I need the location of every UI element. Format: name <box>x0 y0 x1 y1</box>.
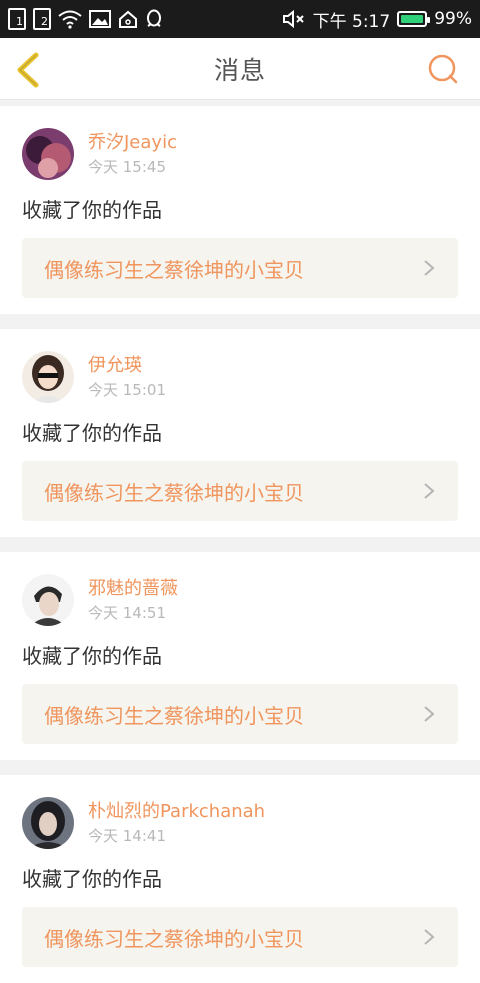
battery-icon <box>397 11 431 27</box>
action-text: 收藏了你的作品 <box>22 421 162 445</box>
work-link[interactable]: 偶像练习生之蔡徐坤的小宝贝 <box>22 684 458 744</box>
action-text: 收藏了你的作品 <box>22 867 162 891</box>
battery-percent: 99% <box>434 9 472 29</box>
mute-icon <box>282 9 304 29</box>
status-right: 下午 5:17 99% <box>282 7 472 32</box>
username[interactable]: 乔汐Jeayic <box>88 132 177 154</box>
user-meta: 邪魅的蔷薇 今天 14:51 <box>88 578 178 623</box>
sim2-icon: 2 <box>33 8 51 30</box>
status-time: 下午 5:17 <box>312 11 391 32</box>
back-chevron-icon[interactable] <box>12 50 52 90</box>
app-header: 消息 <box>0 38 480 100</box>
user-row: 伊允瑛 今天 15:01 <box>22 351 458 403</box>
message-item: 乔汐Jeayic 今天 15:45 收藏了你的作品 偶像练习生之蔡徐坤的小宝贝 <box>0 106 480 314</box>
message-time: 今天 14:41 <box>88 826 166 845</box>
chevron-right-icon <box>424 483 435 499</box>
work-link[interactable]: 偶像练习生之蔡徐坤的小宝贝 <box>22 907 458 967</box>
avatar[interactable] <box>22 797 74 849</box>
home-icon <box>119 10 137 28</box>
username[interactable]: 伊允瑛 <box>88 355 166 377</box>
work-title: 偶像练习生之蔡徐坤的小宝贝 <box>44 926 304 951</box>
work-title: 偶像练习生之蔡徐坤的小宝贝 <box>44 703 304 728</box>
chevron-right-icon <box>424 260 435 276</box>
work-link[interactable]: 偶像练习生之蔡徐坤的小宝贝 <box>22 238 458 298</box>
username[interactable]: 朴灿烈的Parkchanah <box>88 801 265 823</box>
page-title: 消息 <box>213 55 266 85</box>
search-icon[interactable] <box>426 52 460 86</box>
battery-fill <box>401 15 423 23</box>
image-icon <box>89 10 111 28</box>
user-meta: 伊允瑛 今天 15:01 <box>88 355 166 400</box>
message-item: 邪魅的蔷薇 今天 14:51 收藏了你的作品 偶像练习生之蔡徐坤的小宝贝 <box>0 552 480 760</box>
user-row: 朴灿烈的Parkchanah 今天 14:41 <box>22 797 458 849</box>
chevron-right-icon <box>424 929 435 945</box>
avatar[interactable] <box>22 351 74 403</box>
status-bar: 1 2 下午 5:17 99% <box>0 0 480 38</box>
wifi-icon <box>58 10 82 29</box>
avatar[interactable] <box>22 128 74 180</box>
status-left: 1 2 <box>8 8 163 30</box>
work-title: 偶像练习生之蔡徐坤的小宝贝 <box>44 257 304 282</box>
user-meta: 朴灿烈的Parkchanah 今天 14:41 <box>88 801 265 846</box>
message-item: 朴灿烈的Parkchanah 今天 14:41 收藏了你的作品 偶像练习生之蔡徐… <box>0 775 480 983</box>
sim1-label: 1 <box>16 15 23 28</box>
user-meta: 乔汐Jeayic 今天 15:45 <box>88 132 177 177</box>
message-time: 今天 14:51 <box>88 603 166 622</box>
avatar[interactable] <box>22 574 74 626</box>
sim1-icon: 1 <box>8 8 26 30</box>
username[interactable]: 邪魅的蔷薇 <box>88 578 178 600</box>
chevron-right-icon <box>424 706 435 722</box>
user-row: 邪魅的蔷薇 今天 14:51 <box>22 574 458 626</box>
qq-icon <box>147 9 161 27</box>
message-list: 乔汐Jeayic 今天 15:45 收藏了你的作品 偶像练习生之蔡徐坤的小宝贝 <box>0 100 480 983</box>
sim2-label: 2 <box>41 15 48 28</box>
action-text: 收藏了你的作品 <box>22 198 162 222</box>
action-text: 收藏了你的作品 <box>22 644 162 668</box>
work-link[interactable]: 偶像练习生之蔡徐坤的小宝贝 <box>22 461 458 521</box>
message-time: 今天 15:45 <box>88 157 166 176</box>
message-item: 伊允瑛 今天 15:01 收藏了你的作品 偶像练习生之蔡徐坤的小宝贝 <box>0 329 480 537</box>
user-row: 乔汐Jeayic 今天 15:45 <box>22 128 458 180</box>
message-time: 今天 15:01 <box>88 380 166 399</box>
work-title: 偶像练习生之蔡徐坤的小宝贝 <box>44 480 304 505</box>
